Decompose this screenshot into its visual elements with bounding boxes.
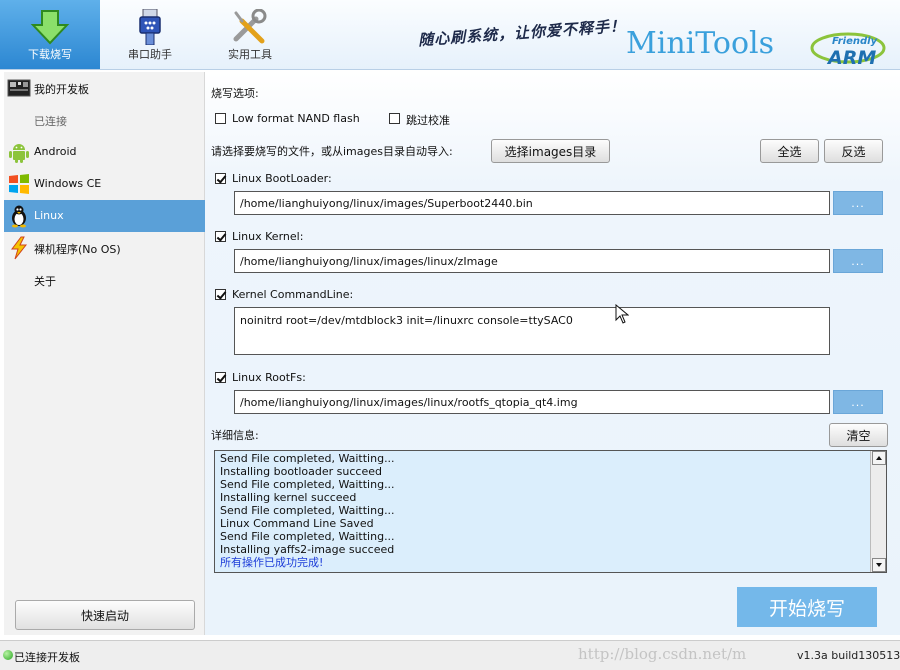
low-format-label: Low format NAND flash xyxy=(232,112,360,125)
sidebar-item-label: 我的开发板 xyxy=(34,83,89,96)
skip-verify-checkbox[interactable] xyxy=(389,113,400,124)
nav-tools-label: 实用工具 xyxy=(228,48,272,61)
sidebar-item-label: Linux xyxy=(34,209,64,222)
nav-download[interactable]: 下载烧写 xyxy=(0,0,100,69)
nav-serial-assistant[interactable]: 串口助手 xyxy=(100,0,200,69)
tux-icon xyxy=(12,205,26,228)
log-line: Installing bootloader succeed xyxy=(220,465,382,478)
invert-selection-button[interactable]: 反选 xyxy=(824,139,883,163)
status-bar: 已连接开发板 http://blog.csdn.net/m v1.3a buil… xyxy=(0,640,900,670)
logo-bottom-text: ARM xyxy=(826,47,876,68)
windows-icon xyxy=(9,174,29,194)
log-line-success: 所有操作已成功完成! xyxy=(220,556,324,569)
rootfs-checkbox[interactable] xyxy=(215,372,226,383)
bootloader-browse-button[interactable]: ... xyxy=(833,191,883,215)
sidebar: 我的开发板 已连接 Android Windows CE Linux 裸机程序(… xyxy=(4,72,205,635)
log-line: Send File completed, Waitting... xyxy=(220,504,395,517)
app-slogan: 随心刷系统，让你爱不释手！ xyxy=(417,16,627,50)
log-line: Installing yaffs2-image succeed xyxy=(220,543,395,556)
low-format-checkbox[interactable] xyxy=(215,113,226,124)
log-line: Send File completed, Waitting... xyxy=(220,478,395,491)
nav-utilities[interactable]: 实用工具 xyxy=(200,0,300,69)
sidebar-item-label: 裸机程序(No OS) xyxy=(34,243,121,256)
clear-log-button[interactable]: 清空 xyxy=(829,423,888,447)
app-brand-title: MiniTools xyxy=(626,26,775,61)
logo-top-text: Friendly xyxy=(832,36,878,47)
choose-images-dir-button[interactable]: 选择images目录 xyxy=(491,139,610,163)
version-label: v1.3a build130513 xyxy=(797,649,900,662)
details-label: 详细信息: xyxy=(211,429,259,442)
cmdline-label: Kernel CommandLine: xyxy=(232,288,354,301)
blog-watermark: http://blog.csdn.net/m xyxy=(578,645,747,663)
scroll-down-icon[interactable] xyxy=(872,558,886,572)
download-arrow-icon xyxy=(30,10,70,45)
sidebar-item-label: 已连接 xyxy=(34,115,67,128)
sidebar-item-about[interactable]: 关于 xyxy=(4,264,205,296)
kernel-cmdline-textarea[interactable]: noinitrd root=/dev/mtdblock3 init=/linux… xyxy=(234,307,830,355)
rootfs-browse-button[interactable]: ... xyxy=(833,390,883,414)
log-line: Installing kernel succeed xyxy=(220,491,357,504)
start-burn-button[interactable]: 开始烧写 xyxy=(737,587,877,627)
burn-options-label: 烧写选项: xyxy=(211,87,259,100)
bootloader-label: Linux BootLoader: xyxy=(232,172,332,185)
rootfs-label: Linux RootFs: xyxy=(232,371,306,384)
sidebar-item-linux[interactable]: Linux xyxy=(4,200,205,232)
nav-download-label: 下载烧写 xyxy=(28,48,72,61)
connection-status-text: 已连接开发板 xyxy=(14,651,80,664)
connection-status-icon xyxy=(3,650,13,660)
sidebar-item-windows-ce[interactable]: Windows CE xyxy=(4,168,205,200)
kernel-browse-button[interactable]: ... xyxy=(833,249,883,273)
lightning-icon xyxy=(11,236,28,260)
sidebar-item-my-board[interactable]: 我的开发板 xyxy=(4,72,205,104)
choose-files-prompt: 请选择要烧写的文件，或从images目录自动导入: xyxy=(211,145,453,158)
cmdline-checkbox[interactable] xyxy=(215,289,226,300)
log-line: Linux Command Line Saved xyxy=(220,517,374,530)
log-lines: Send File completed, Waitting... Install… xyxy=(220,452,395,569)
kernel-label: Linux Kernel: xyxy=(232,230,304,243)
sidebar-item-label: Windows CE xyxy=(34,177,102,190)
sidebar-item-label: Android xyxy=(34,145,77,158)
rootfs-path-input[interactable] xyxy=(234,390,830,414)
sidebar-item-label: 关于 xyxy=(34,275,56,288)
friendlyarm-logo: Friendly ARM xyxy=(810,32,886,68)
log-output[interactable]: Send File completed, Waitting... Install… xyxy=(214,450,887,573)
bootloader-checkbox[interactable] xyxy=(215,173,226,184)
android-icon xyxy=(9,144,29,163)
skip-verify-label: 跳过校准 xyxy=(406,114,450,127)
log-line: Send File completed, Waitting... xyxy=(220,452,395,465)
log-scrollbar[interactable] xyxy=(870,451,886,572)
kernel-path-input[interactable] xyxy=(234,249,830,273)
log-line: Send File completed, Waitting... xyxy=(220,530,395,543)
mouse-cursor-icon xyxy=(615,304,629,324)
sidebar-item-android[interactable]: Android xyxy=(4,136,205,168)
sidebar-item-bare-metal[interactable]: 裸机程序(No OS) xyxy=(4,232,205,264)
nav-serial-label: 串口助手 xyxy=(128,48,172,61)
sidebar-item-connected[interactable]: 已连接 xyxy=(4,104,205,136)
serial-port-icon xyxy=(139,9,161,45)
select-all-button[interactable]: 全选 xyxy=(760,139,819,163)
burn-panel: 烧写选项: Low format NAND flash 跳过校准 请选择要烧写的… xyxy=(205,72,900,635)
tools-icon xyxy=(233,9,267,44)
board-icon xyxy=(7,79,31,97)
kernel-checkbox[interactable] xyxy=(215,231,226,242)
quick-start-button[interactable]: 快速启动 xyxy=(15,600,195,630)
scroll-up-icon[interactable] xyxy=(872,451,886,465)
bootloader-path-input[interactable] xyxy=(234,191,830,215)
app-header: 下载烧写 串口助手 实用工具 随心刷系统，让你爱不释手！ MiniTools F… xyxy=(0,0,900,70)
